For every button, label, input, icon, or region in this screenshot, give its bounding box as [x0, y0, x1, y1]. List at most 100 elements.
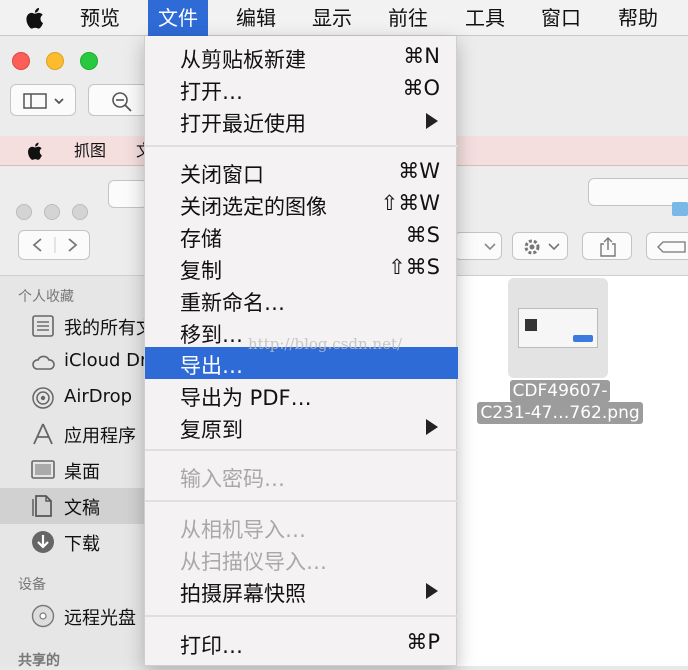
sidebar-label-documents: 文稿: [64, 498, 100, 519]
sidebar-item-icloud[interactable]: iCloud Dr: [0, 344, 160, 380]
file-thumbnail[interactable]: [508, 278, 608, 378]
shortcut-label: ⌘S: [405, 223, 440, 247]
menu-tools[interactable]: 工具: [455, 0, 515, 36]
menu-capture[interactable]: 抓图: [74, 136, 106, 166]
documents-icon: [32, 495, 52, 517]
sidebar-toggle-icon: [23, 93, 64, 109]
menu-item-open[interactable]: 打开… ⌘O: [145, 73, 458, 105]
menu-item-revert-to[interactable]: 复原到: [145, 411, 458, 443]
thumbnail-app-icon: [525, 319, 537, 331]
close-window-button[interactable]: [12, 52, 30, 70]
sidebar-item-applications[interactable]: 应用程序: [0, 416, 160, 452]
sidebar-label-remote-disc: 远程光盘: [64, 608, 136, 629]
menu-separator: [145, 449, 458, 451]
shortcut-label: ⌘P: [406, 630, 440, 654]
menu-help[interactable]: 帮助: [608, 0, 668, 36]
menu-item-label: 导出…: [180, 354, 243, 378]
menu-file[interactable]: 文件: [148, 0, 208, 36]
zoom-out-button[interactable]: [88, 84, 148, 116]
menu-item-label: 从剪贴板新建: [180, 48, 306, 72]
favorites-header: 个人收藏: [18, 289, 74, 305]
submenu-arrow-icon: [426, 419, 438, 435]
menu-separator: [145, 500, 458, 502]
arrange-button[interactable]: [454, 232, 502, 260]
menu-item-label: 重新命名…: [180, 291, 285, 315]
sidebar-label-applications: 应用程序: [64, 426, 136, 447]
shortcut-label: ⇧⌘S: [388, 255, 440, 279]
menu-item-export-as-pdf[interactable]: 导出为 PDF…: [145, 379, 458, 411]
menu-go[interactable]: 前往: [378, 0, 438, 36]
finder-minimize-button[interactable]: [44, 204, 60, 220]
zoom-window-button[interactable]: [80, 52, 98, 70]
file-name[interactable]: CDF49607- C231-47…762.png: [470, 380, 650, 424]
finder-close-button[interactable]: [16, 204, 32, 220]
menu-item-open-recent[interactable]: 打开最近使用: [145, 105, 458, 137]
sidebar-label-downloads: 下载: [64, 534, 100, 555]
sidebar-item-all-files[interactable]: 我的所有文: [0, 308, 160, 344]
desktop-icon: [31, 460, 55, 479]
menu-item-save[interactable]: 存储 ⌘S: [145, 220, 458, 252]
menu-item-label: 复制: [180, 259, 222, 283]
file-name-line-2: C231-47…762.png: [477, 402, 643, 424]
menu-item-import-from-camera: 从相机导入…: [145, 511, 458, 543]
menu-item-enter-password: 输入密码…: [145, 460, 458, 492]
menu-item-rename[interactable]: 重新命名…: [145, 284, 458, 316]
magnifier-icon: [112, 92, 132, 112]
menu-item-label: 关闭选定的图像: [180, 195, 327, 219]
sidebar-label-desktop: 桌面: [64, 462, 100, 483]
all-files-icon: [32, 315, 54, 337]
menu-item-new-from-clipboard[interactable]: 从剪贴板新建 ⌘N: [145, 41, 458, 73]
menu-item-close-window[interactable]: 关闭窗口 ⌘W: [145, 156, 458, 188]
sidebar-item-remote-disc[interactable]: 远程光盘: [0, 598, 160, 634]
minimize-window-button[interactable]: [46, 52, 64, 70]
menu-item-label: 输入密码…: [180, 467, 285, 491]
finder-back-button[interactable]: [108, 180, 148, 208]
shortcut-label: ⇧⌘W: [380, 191, 440, 215]
menu-view[interactable]: 显示: [302, 0, 362, 36]
menu-item-print[interactable]: 打印… ⌘P: [145, 627, 458, 659]
menu-item-close-selected-images[interactable]: 关闭选定的图像 ⇧⌘W: [145, 188, 458, 220]
menu-item-label: 从扫描仪导入…: [180, 550, 327, 574]
chevron-down-icon: [484, 243, 496, 251]
menu-item-label: 复原到: [180, 418, 243, 442]
menu-edit[interactable]: 编辑: [226, 0, 286, 36]
menu-window[interactable]: 窗口: [531, 0, 591, 36]
sidebar-item-desktop[interactable]: 桌面: [0, 452, 160, 488]
back-forward-icon: [32, 237, 78, 253]
sidebar-item-downloads[interactable]: 下载: [0, 524, 160, 560]
shortcut-label: ⌘W: [398, 159, 440, 183]
menu-separator: [145, 615, 458, 617]
disc-icon: [31, 604, 55, 628]
applications-icon: [33, 423, 53, 445]
menu-item-label: 存储: [180, 227, 222, 251]
thumbnail-button: [573, 335, 593, 342]
menu-item-label: 打印…: [180, 634, 243, 658]
back-forward-buttons[interactable]: [18, 230, 90, 260]
menu-separator: [145, 145, 458, 147]
menu-item-take-screenshot[interactable]: 拍摄屏幕快照: [145, 575, 458, 607]
sidebar-view-button[interactable]: [10, 84, 76, 116]
apple-icon[interactable]: [26, 140, 46, 162]
share-icon: [600, 237, 616, 257]
sidebar-label-all-files: 我的所有文: [64, 318, 154, 339]
menu-bar: 预览 文件 编辑 显示 前往 工具 窗口 帮助: [0, 0, 688, 36]
tag-button[interactable]: [646, 232, 688, 260]
shared-header: 共享的: [18, 653, 60, 669]
apple-menu-icon[interactable]: [24, 5, 48, 31]
folder-icon: [672, 202, 688, 216]
submenu-arrow-icon: [426, 113, 438, 129]
menu-item-label: 拍摄屏幕快照: [180, 582, 306, 606]
shortcut-label: ⌘O: [402, 76, 440, 100]
watermark-text: http://blog.csdn.net/: [248, 335, 403, 353]
sidebar-item-documents[interactable]: 文稿: [0, 488, 160, 524]
menu-item-label: 移到…: [180, 323, 243, 347]
menu-item-import-from-scanner: 从扫描仪导入…: [145, 543, 458, 575]
sidebar-label-airdrop: AirDrop: [64, 386, 133, 407]
sidebar-item-airdrop[interactable]: AirDrop: [0, 380, 160, 416]
finder-zoom-button[interactable]: [72, 204, 88, 220]
menu-item-duplicate[interactable]: 复制 ⇧⌘S: [145, 252, 458, 284]
action-button[interactable]: [512, 232, 568, 260]
share-button[interactable]: [582, 232, 632, 260]
thumbnail-dialog-image: [518, 308, 598, 348]
menu-preview[interactable]: 预览: [70, 0, 130, 36]
